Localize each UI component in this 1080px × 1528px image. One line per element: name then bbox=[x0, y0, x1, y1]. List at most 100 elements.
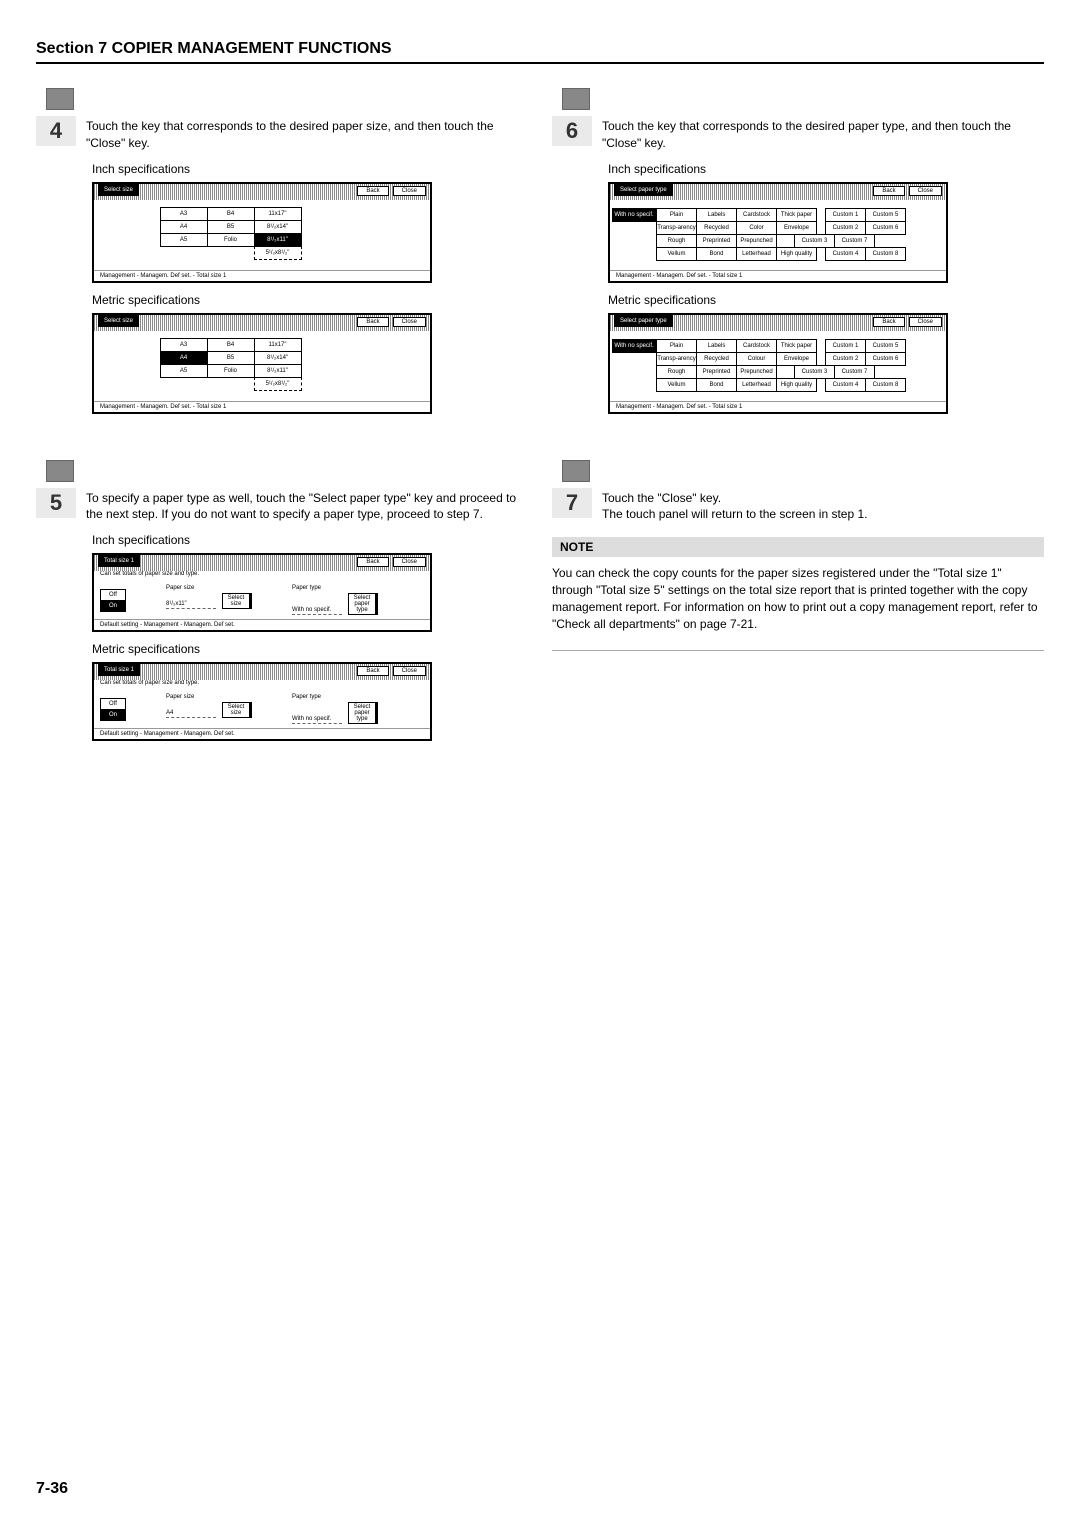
type-option[interactable]: High quality bbox=[776, 378, 817, 392]
type-option[interactable]: Recycled bbox=[696, 352, 737, 366]
type-option[interactable]: Custom 2 bbox=[825, 352, 866, 366]
type-option[interactable]: Plain bbox=[656, 339, 697, 353]
size-option[interactable]: 11x17" bbox=[254, 207, 302, 221]
select-size-button[interactable]: Select size bbox=[222, 702, 252, 718]
select-paper-type-button[interactable]: Select paper type bbox=[348, 702, 378, 724]
type-option[interactable]: Plain bbox=[656, 208, 697, 222]
panel-footer: Default setting - Management - Managem. … bbox=[94, 728, 430, 739]
type-option[interactable]: Vellum bbox=[656, 378, 697, 392]
on-button[interactable]: On bbox=[100, 709, 126, 721]
size-option[interactable]: Folio bbox=[207, 233, 255, 247]
panel-title: Total size 1 bbox=[98, 664, 140, 676]
back-button[interactable]: Back bbox=[357, 317, 388, 327]
size-option[interactable]: A3 bbox=[160, 207, 208, 221]
close-button[interactable]: Close bbox=[393, 186, 426, 196]
type-option[interactable]: Preprinted bbox=[696, 365, 737, 379]
size-option[interactable]: B5 bbox=[207, 351, 255, 365]
type-option[interactable]: Custom 5 bbox=[865, 208, 906, 222]
type-option[interactable]: Custom 6 bbox=[865, 221, 906, 235]
type-option[interactable]: Envelope bbox=[776, 221, 817, 235]
close-button[interactable]: Close bbox=[393, 666, 426, 676]
size-option-selected[interactable]: A4 bbox=[160, 351, 208, 365]
type-option[interactable]: Bond bbox=[696, 378, 737, 392]
type-option[interactable]: Thick paper bbox=[776, 339, 817, 353]
size-option-selected[interactable]: 8¹/₂x11" bbox=[254, 233, 302, 247]
spec-label-inch: Inch specifications bbox=[608, 162, 1044, 176]
type-option[interactable]: Recycled bbox=[696, 221, 737, 235]
type-option[interactable]: Bond bbox=[696, 247, 737, 261]
step-number: 7 bbox=[566, 490, 578, 516]
paper-type-value: With no specif. bbox=[292, 607, 342, 615]
step-7: 7 Touch the "Close" key. The touch panel… bbox=[552, 488, 1044, 524]
size-option[interactable]: A5 bbox=[160, 364, 208, 378]
type-option[interactable]: Custom 3 bbox=[794, 365, 835, 379]
close-button[interactable]: Close bbox=[393, 557, 426, 567]
size-option[interactable]: B5 bbox=[207, 220, 255, 234]
type-option[interactable]: Rough bbox=[656, 234, 697, 248]
cube-icon bbox=[562, 88, 590, 110]
back-button[interactable]: Back bbox=[357, 666, 388, 676]
spec-label-metric: Metric specifications bbox=[608, 293, 1044, 307]
size-option[interactable]: 11x17" bbox=[254, 338, 302, 352]
size-option[interactable]: B4 bbox=[207, 338, 255, 352]
panel-subtitle: Can set totals of paper size and type. bbox=[94, 680, 430, 686]
type-option[interactable]: Custom 4 bbox=[825, 378, 866, 392]
type-option[interactable]: Custom 6 bbox=[865, 352, 906, 366]
type-option[interactable]: Custom 1 bbox=[825, 208, 866, 222]
on-button[interactable]: On bbox=[100, 600, 126, 612]
spec-label-metric: Metric specifications bbox=[92, 293, 528, 307]
type-option[interactable]: Labels bbox=[696, 339, 737, 353]
close-button[interactable]: Close bbox=[909, 317, 942, 327]
type-option[interactable]: Letterhead bbox=[736, 247, 777, 261]
type-option[interactable]: Rough bbox=[656, 365, 697, 379]
back-button[interactable]: Back bbox=[357, 557, 388, 567]
spec-label-metric: Metric specifications bbox=[92, 642, 528, 656]
back-button[interactable]: Back bbox=[873, 186, 904, 196]
type-option-selected[interactable]: With no specif. bbox=[612, 208, 656, 222]
type-option[interactable]: Cardstock bbox=[736, 208, 777, 222]
close-button[interactable]: Close bbox=[909, 186, 942, 196]
size-option[interactable]: A3 bbox=[160, 338, 208, 352]
type-option[interactable]: Custom 7 bbox=[834, 365, 875, 379]
panel-title: Select size bbox=[98, 184, 139, 196]
type-option[interactable]: Cardstock bbox=[736, 339, 777, 353]
size-option[interactable]: 8¹/₂x14" bbox=[254, 220, 302, 234]
type-option[interactable]: Custom 8 bbox=[865, 247, 906, 261]
step-number-box: 5 bbox=[36, 488, 76, 518]
back-button[interactable]: Back bbox=[357, 186, 388, 196]
type-option[interactable]: Custom 8 bbox=[865, 378, 906, 392]
type-option[interactable]: Prepunched bbox=[736, 234, 777, 248]
type-option[interactable]: Custom 7 bbox=[834, 234, 875, 248]
panel-select-type-metric: Select paper type Back Close With no spe… bbox=[608, 313, 948, 414]
type-option[interactable]: Letterhead bbox=[736, 378, 777, 392]
size-option[interactable]: 5¹/₂x8¹/₂" bbox=[254, 377, 302, 391]
size-option[interactable]: 5¹/₂x8¹/₂" bbox=[254, 246, 302, 260]
type-option[interactable]: Prepunched bbox=[736, 365, 777, 379]
size-option[interactable]: Folio bbox=[207, 364, 255, 378]
type-option[interactable]: Transp-arency bbox=[656, 221, 697, 235]
type-option[interactable]: Thick paper bbox=[776, 208, 817, 222]
back-button[interactable]: Back bbox=[873, 317, 904, 327]
type-option[interactable]: Vellum bbox=[656, 247, 697, 261]
type-option[interactable]: High quality bbox=[776, 247, 817, 261]
type-option[interactable]: Envelope bbox=[776, 352, 817, 366]
select-paper-type-button[interactable]: Select paper type bbox=[348, 593, 378, 615]
type-option[interactable]: Preprinted bbox=[696, 234, 737, 248]
size-option[interactable]: A4 bbox=[160, 220, 208, 234]
size-option[interactable]: 8¹/₂x14" bbox=[254, 351, 302, 365]
size-option[interactable]: A5 bbox=[160, 233, 208, 247]
type-option[interactable]: Color bbox=[736, 221, 777, 235]
type-option[interactable]: Custom 2 bbox=[825, 221, 866, 235]
size-option[interactable]: 8¹/₂x11" bbox=[254, 364, 302, 378]
type-option[interactable]: Custom 1 bbox=[825, 339, 866, 353]
type-option-selected[interactable]: With no specif. bbox=[612, 339, 656, 353]
select-size-button[interactable]: Select size bbox=[222, 593, 252, 609]
size-option[interactable]: B4 bbox=[207, 207, 255, 221]
type-option[interactable]: Labels bbox=[696, 208, 737, 222]
type-option[interactable]: Custom 5 bbox=[865, 339, 906, 353]
type-option[interactable]: Custom 4 bbox=[825, 247, 866, 261]
type-option[interactable]: Transp-arency bbox=[656, 352, 697, 366]
type-option[interactable]: Custom 3 bbox=[794, 234, 835, 248]
close-button[interactable]: Close bbox=[393, 317, 426, 327]
type-option[interactable]: Colour bbox=[736, 352, 777, 366]
